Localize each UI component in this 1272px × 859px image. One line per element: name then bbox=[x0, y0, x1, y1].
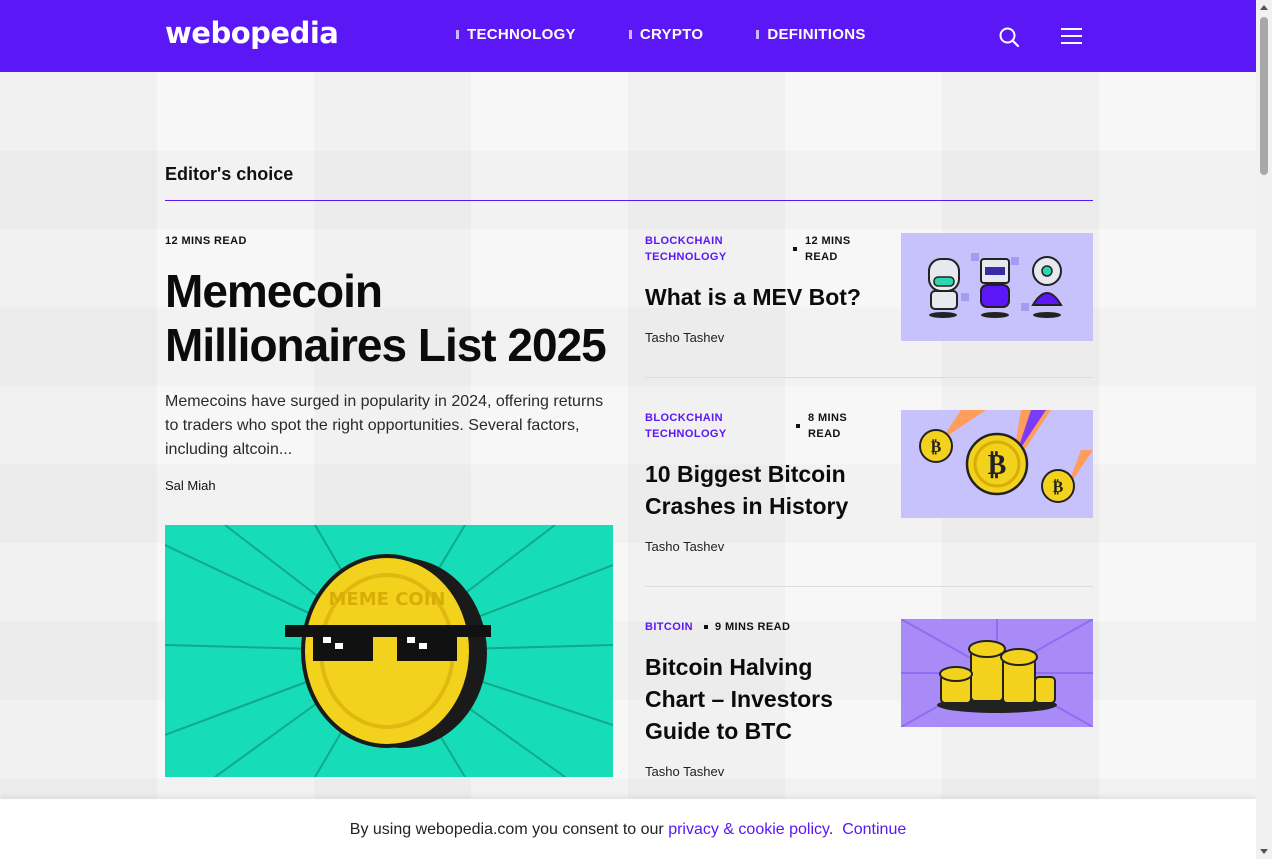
featured-excerpt: Memecoins have surged in popularity in 2… bbox=[165, 393, 604, 458]
featured-image[interactable]: MEME COIN bbox=[165, 525, 613, 777]
article-category[interactable]: BLOCKCHAIN TECHNOLOGY bbox=[645, 233, 727, 265]
consent-text: By using webopedia.com you consent to ou… bbox=[0, 821, 1256, 839]
page-scrollbar[interactable] bbox=[1256, 0, 1272, 859]
search-icon[interactable] bbox=[998, 26, 1020, 48]
article-title[interactable]: 10 Biggest Bitcoin Crashes in History bbox=[645, 458, 875, 522]
separator-dot bbox=[796, 424, 800, 428]
article-author[interactable]: Tasho Tashev bbox=[645, 330, 724, 345]
article-thumbnail[interactable] bbox=[901, 619, 1093, 727]
robots-illustration bbox=[928, 253, 1063, 318]
nav-item-label: TECHNOLOGY bbox=[467, 26, 576, 43]
article-card[interactable]: BLOCKCHAIN TECHNOLOGY 8 MINS READ 10 Big… bbox=[645, 410, 1093, 560]
nav-tick-icon bbox=[456, 30, 459, 39]
featured-read-time: 12 MINS READ bbox=[165, 235, 247, 247]
nav-item-label: CRYPTO bbox=[639, 26, 704, 43]
article-read-time: 8 MINS READ bbox=[808, 412, 848, 440]
featured-title[interactable]: Memecoin Millionaires List 2025 bbox=[165, 264, 625, 372]
nav-item-definitions[interactable]: DEFINITIONS bbox=[756, 26, 865, 43]
consent-message: By using webopedia.com you consent to ou… bbox=[349, 821, 669, 838]
article-category[interactable]: BITCOIN bbox=[645, 619, 693, 635]
article-author[interactable]: Tasho Tashev bbox=[645, 539, 724, 554]
article-card[interactable]: BITCOIN 9 MINS READ Bitcoin Halving Char… bbox=[645, 619, 1093, 789]
article-title[interactable]: What is a MEV Bot? bbox=[645, 281, 875, 313]
section-divider bbox=[165, 200, 1093, 201]
bitcoin-stack-illustration bbox=[901, 619, 1093, 727]
nav-item-crypto[interactable]: CRYPTO bbox=[628, 26, 704, 43]
article-thumbnail[interactable] bbox=[901, 233, 1093, 341]
section-title: Editor's choice bbox=[165, 164, 294, 184]
separator-dot bbox=[704, 625, 708, 629]
separator-dot bbox=[793, 247, 797, 251]
coin-lettering: MEME COIN bbox=[329, 589, 446, 610]
site-logo[interactable]: webopedia bbox=[165, 16, 339, 50]
main-content: Editor's choice 12 MINS READ Memecoin Mi… bbox=[0, 72, 1256, 859]
continue-button[interactable]: Continue bbox=[842, 821, 906, 838]
article-title[interactable]: Bitcoin Halving Chart – Investors Guide … bbox=[645, 651, 875, 747]
nav-item-label: DEFINITIONS bbox=[767, 26, 866, 43]
article-thumbnail[interactable]: ₿ ₿ ₿ bbox=[901, 410, 1093, 518]
nav-item-technology[interactable]: TECHNOLOGY bbox=[456, 26, 576, 43]
scroll-up-arrow-icon[interactable] bbox=[1260, 5, 1268, 10]
bitcoin-symbol: ₿ bbox=[1053, 477, 1064, 496]
nav-tick-icon bbox=[756, 30, 760, 39]
site-header: webopedia TECHNOLOGY CRYPTO DEFINITIONS bbox=[0, 0, 1256, 72]
main-nav: TECHNOLOGY CRYPTO DEFINITIONS bbox=[456, 26, 919, 43]
article-read-time: 12 MINS READ bbox=[805, 235, 851, 263]
consent-period: . bbox=[828, 821, 834, 838]
meme-coin-illustration: MEME COIN bbox=[165, 525, 613, 777]
article-divider bbox=[645, 586, 1093, 587]
scrollbar-thumb[interactable] bbox=[1260, 17, 1268, 175]
scroll-down-arrow-icon[interactable] bbox=[1260, 849, 1268, 854]
hamburger-menu-icon[interactable] bbox=[1061, 28, 1082, 44]
article-category[interactable]: BLOCKCHAIN TECHNOLOGY bbox=[645, 410, 727, 442]
article-divider bbox=[645, 377, 1093, 378]
bitcoin-symbol: ₿ bbox=[931, 437, 942, 456]
article-read-time: 9 MINS READ bbox=[715, 621, 791, 633]
featured-author[interactable]: Sal Miah bbox=[165, 478, 216, 493]
article-card[interactable]: BLOCKCHAIN TECHNOLOGY 12 MINS READ What … bbox=[645, 233, 1093, 353]
bitcoin-crash-illustration: ₿ ₿ ₿ bbox=[919, 410, 1093, 503]
cookie-consent-bar: By using webopedia.com you consent to ou… bbox=[0, 799, 1256, 859]
article-author[interactable]: Tasho Tashev bbox=[645, 764, 724, 779]
bitcoin-symbol: ₿ bbox=[988, 448, 1007, 481]
nav-tick-icon bbox=[628, 30, 632, 39]
privacy-policy-link[interactable]: privacy & cookie policy bbox=[668, 821, 829, 838]
